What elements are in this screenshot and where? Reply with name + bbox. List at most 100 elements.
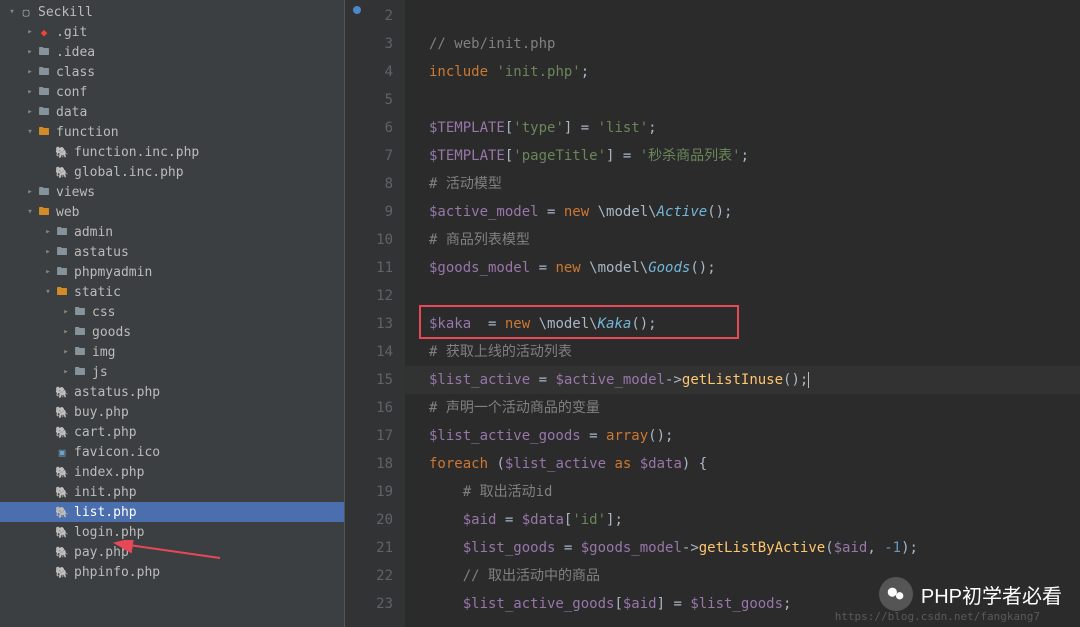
tree-item-favicon-ico[interactable]: ▣favicon.ico <box>0 442 344 462</box>
tree-item-global-inc-php[interactable]: 🐘global.inc.php <box>0 162 344 182</box>
code-token: $list_active <box>429 372 530 388</box>
tree-item-phpinfo-php[interactable]: 🐘phpinfo.php <box>0 562 344 582</box>
code-line[interactable]: $list_active = $active_model->getListInu… <box>405 366 1080 394</box>
tree-item-function[interactable]: 🖿function <box>0 122 344 142</box>
tree-item-views[interactable]: 🖿views <box>0 182 344 202</box>
tree-item-index-php[interactable]: 🐘index.php <box>0 462 344 482</box>
code-line[interactable]: # 取出活动id <box>405 478 1080 506</box>
code-line[interactable]: $list_active_goods[$aid] = $list_goods; <box>405 590 1080 618</box>
tree-item-conf[interactable]: 🖿conf <box>0 82 344 102</box>
line-number[interactable]: 11 <box>345 254 393 282</box>
line-number[interactable]: 18 <box>345 450 393 478</box>
line-number[interactable]: 17 <box>345 422 393 450</box>
line-number[interactable]: 8 <box>345 170 393 198</box>
chevron-right-icon[interactable] <box>24 187 36 197</box>
chevron-right-icon[interactable] <box>24 47 36 57</box>
tree-item-css[interactable]: 🖿css <box>0 302 344 322</box>
tree-item-goods[interactable]: 🖿goods <box>0 322 344 342</box>
chevron-right-icon[interactable] <box>42 227 54 237</box>
chevron-down-icon[interactable] <box>42 287 54 297</box>
code-line[interactable]: # 声明一个活动商品的变量 <box>405 394 1080 422</box>
code-line[interactable]: $aid = $data['id']; <box>405 506 1080 534</box>
code-line[interactable]: $TEMPLATE['type'] = 'list'; <box>405 114 1080 142</box>
line-number[interactable]: 6 <box>345 114 393 142</box>
line-number[interactable]: 22 <box>345 562 393 590</box>
line-number[interactable]: 19 <box>345 478 393 506</box>
code-line[interactable]: $list_goods = $goods_model->getListByAct… <box>405 534 1080 562</box>
chevron-right-icon[interactable] <box>42 267 54 277</box>
line-number[interactable]: 14 <box>345 338 393 366</box>
line-number[interactable]: 21 <box>345 534 393 562</box>
chevron-right-icon[interactable] <box>60 367 72 377</box>
code-line[interactable]: # 获取上线的活动列表 <box>405 338 1080 366</box>
tree-item-login-php[interactable]: 🐘login.php <box>0 522 344 542</box>
code-editor[interactable]: // web/init.phpinclude 'init.php'; $TEMPL… <box>405 0 1080 627</box>
chevron-right-icon[interactable] <box>24 87 36 97</box>
tree-item-buy-php[interactable]: 🐘buy.php <box>0 402 344 422</box>
chevron-down-icon[interactable] <box>24 207 36 217</box>
code-line[interactable]: foreach ($list_active as $data) { <box>405 450 1080 478</box>
chevron-right-icon[interactable] <box>24 107 36 117</box>
php-icon: 🐘 <box>54 504 70 520</box>
tree-item-init-php[interactable]: 🐘init.php <box>0 482 344 502</box>
chevron-right-icon[interactable] <box>24 27 36 37</box>
code-line[interactable]: $TEMPLATE['pageTitle'] = '秒杀商品列表'; <box>405 142 1080 170</box>
code-line[interactable]: $active_model = new \model\Active(); <box>405 198 1080 226</box>
line-number[interactable]: 10 <box>345 226 393 254</box>
tree-item--idea[interactable]: 🖿.idea <box>0 42 344 62</box>
code-line[interactable]: $list_active_goods = array(); <box>405 422 1080 450</box>
chevron-down-icon[interactable] <box>6 7 18 17</box>
line-number[interactable]: 7 <box>345 142 393 170</box>
tree-item-js[interactable]: 🖿js <box>0 362 344 382</box>
line-number[interactable]: 16 <box>345 394 393 422</box>
code-token: $list_goods <box>463 540 556 556</box>
tree-item-astatus-php[interactable]: 🐘astatus.php <box>0 382 344 402</box>
line-number[interactable]: 23 <box>345 590 393 618</box>
tree-item-class[interactable]: 🖿class <box>0 62 344 82</box>
tree-item-astatus[interactable]: 🖿astatus <box>0 242 344 262</box>
line-number[interactable]: 2 <box>345 2 393 30</box>
chevron-right-icon[interactable] <box>24 67 36 77</box>
code-line[interactable]: $kaka = new \model\Kaka(); <box>405 310 1080 338</box>
project-tree[interactable]: ▢Seckill◆.git🖿.idea🖿class🖿conf🖿data🖿func… <box>0 0 345 627</box>
tree-item-function-inc-php[interactable]: 🐘function.inc.php <box>0 142 344 162</box>
line-number[interactable]: 9 <box>345 198 393 226</box>
tree-item-web[interactable]: 🖿web <box>0 202 344 222</box>
chevron-right-icon[interactable] <box>42 247 54 257</box>
code-line[interactable] <box>405 2 1080 30</box>
code-line[interactable]: // 取出活动中的商品 <box>405 562 1080 590</box>
code-line[interactable] <box>405 86 1080 114</box>
chevron-right-icon[interactable] <box>60 307 72 317</box>
tree-item-label: class <box>56 65 95 80</box>
line-number[interactable]: 20 <box>345 506 393 534</box>
line-number[interactable]: 13 <box>345 310 393 338</box>
tree-item-seckill[interactable]: ▢Seckill <box>0 2 344 22</box>
line-number[interactable]: 4 <box>345 58 393 86</box>
chevron-right-icon[interactable] <box>60 327 72 337</box>
chevron-right-icon[interactable] <box>60 347 72 357</box>
tree-item-list-php[interactable]: 🐘list.php <box>0 502 344 522</box>
tree-item-phpmyadmin[interactable]: 🖿phpmyadmin <box>0 262 344 282</box>
code-token: ; <box>783 596 791 612</box>
code-token: -1 <box>884 540 901 556</box>
tree-item-cart-php[interactable]: 🐘cart.php <box>0 422 344 442</box>
code-line[interactable] <box>405 282 1080 310</box>
code-line[interactable]: # 活动模型 <box>405 170 1080 198</box>
tree-item-data[interactable]: 🖿data <box>0 102 344 122</box>
code-line[interactable]: // web/init.php <box>405 30 1080 58</box>
code-line[interactable]: $goods_model = new \model\Goods(); <box>405 254 1080 282</box>
line-number[interactable]: 12 <box>345 282 393 310</box>
line-number[interactable]: 5 <box>345 86 393 114</box>
tree-item-static[interactable]: 🖿static <box>0 282 344 302</box>
line-number[interactable]: 15 <box>345 366 393 394</box>
tree-item-admin[interactable]: 🖿admin <box>0 222 344 242</box>
tree-item-label: admin <box>74 225 113 240</box>
tree-item-pay-php[interactable]: 🐘pay.php <box>0 542 344 562</box>
tree-item--git[interactable]: ◆.git <box>0 22 344 42</box>
tree-item-img[interactable]: 🖿img <box>0 342 344 362</box>
line-number[interactable]: 3 <box>345 30 393 58</box>
code-line[interactable]: # 商品列表模型 <box>405 226 1080 254</box>
code-token: $active_model <box>555 372 665 388</box>
chevron-down-icon[interactable] <box>24 127 36 137</box>
code-line[interactable]: include 'init.php'; <box>405 58 1080 86</box>
